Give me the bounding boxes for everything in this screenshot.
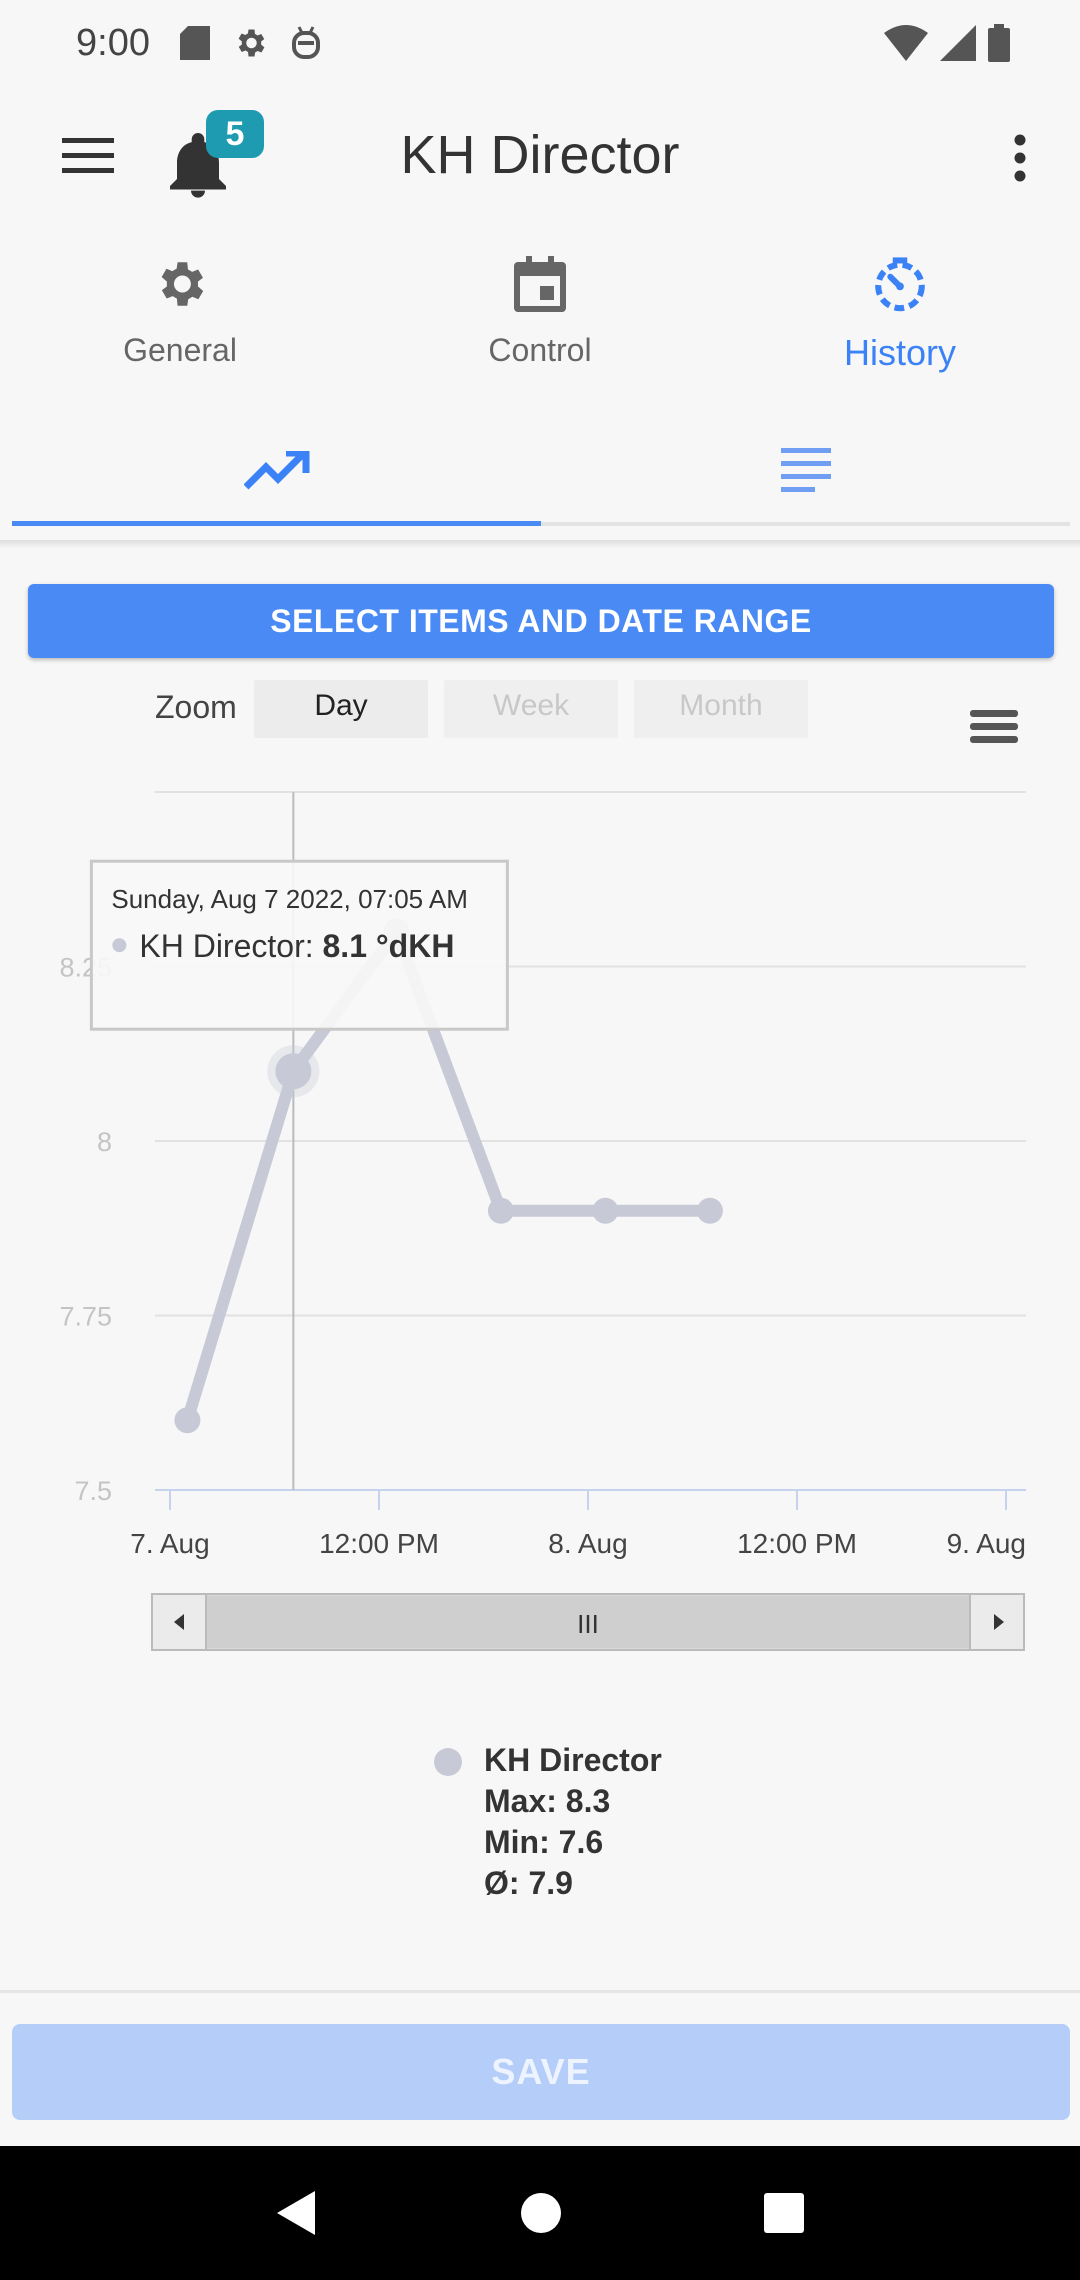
status-icons-left xyxy=(179,25,322,61)
navigator-left-button[interactable] xyxy=(151,1593,207,1651)
main-tabs: General Control History xyxy=(0,250,1080,390)
back-icon[interactable] xyxy=(275,2189,319,2237)
battery-icon xyxy=(988,24,1010,62)
x-tick-label: 12:00 PM xyxy=(319,1528,439,1559)
system-navigation-bar xyxy=(0,2146,1080,2280)
navigator-right-button[interactable] xyxy=(969,1593,1025,1651)
signal-icon xyxy=(940,25,976,61)
chart-menu-button[interactable] xyxy=(970,710,1018,743)
zoom-week-label: Week xyxy=(493,689,570,722)
save-button[interactable]: SAVE xyxy=(12,2024,1070,2120)
history-icon xyxy=(875,257,925,312)
data-point[interactable] xyxy=(696,1197,723,1224)
zoom-label: Zoom xyxy=(155,689,237,725)
legend-text: KH Director Max: 8.3 Min: 7.6 Ø: 7.9 xyxy=(484,1740,662,1904)
select-items-date-range-button[interactable]: SELECT ITEMS AND DATE RANGE xyxy=(28,584,1054,658)
x-tick-label: 9. Aug xyxy=(947,1528,1026,1559)
data-point[interactable] xyxy=(592,1197,619,1224)
divider xyxy=(0,540,1080,548)
view-sub-tabs xyxy=(12,420,1070,526)
y-axis: 7.57.7588.25 xyxy=(59,953,112,1507)
tab-history-label: History xyxy=(843,332,956,373)
legend-series-dot xyxy=(434,1748,462,1776)
history-chart: Zoom Day Week Month 7.57.7588.25 7. Aug 1… xyxy=(59,680,1026,1651)
calendar-icon xyxy=(514,256,566,312)
tooltip-series-label: KH Director: xyxy=(139,928,322,964)
list-icon xyxy=(780,448,831,492)
wifi-icon xyxy=(884,25,928,61)
navigator-grip[interactable]: III xyxy=(577,1609,599,1639)
more-options-button[interactable] xyxy=(1000,126,1040,190)
recents-icon[interactable] xyxy=(763,2192,805,2234)
tooltip-header: Sunday, Aug 7 2022, 07:05 AM xyxy=(111,884,468,914)
app-title: KH Director xyxy=(400,125,680,185)
status-icons-right xyxy=(884,24,1010,62)
legend-series-name: KH Director xyxy=(484,1742,662,1778)
tooltip-series-dot xyxy=(112,938,127,953)
y-tick-label: 8 xyxy=(97,1127,112,1157)
y-tick-label: 7.75 xyxy=(59,1302,112,1332)
x-axis: 7. Aug 12:00 PM 8. Aug 12:00 PM 9. Aug xyxy=(130,1490,1026,1559)
zoom-month-label: Month xyxy=(679,689,762,722)
tooltip-value-line: KH Director: 8.1 °dKH xyxy=(139,928,454,964)
more-vertical-icon xyxy=(1014,134,1026,182)
chart-tooltip: Sunday, Aug 7 2022, 07:05 AM KH Director… xyxy=(89,859,509,1031)
data-point-hovered[interactable] xyxy=(275,1053,312,1090)
tab-list-view[interactable] xyxy=(541,420,1070,526)
tooltip-value: 8.1 °dKH xyxy=(323,928,455,964)
data-point[interactable] xyxy=(174,1407,201,1434)
x-tick-label: 12:00 PM xyxy=(737,1528,857,1559)
settings-icon xyxy=(238,29,265,57)
zoom-day-label: Day xyxy=(314,689,367,722)
x-tick-label: 8. Aug xyxy=(548,1528,627,1559)
trending-up-icon xyxy=(243,450,309,489)
gear-icon xyxy=(161,262,204,306)
y-tick-label: 7.5 xyxy=(74,1476,112,1506)
zoom-controls: Zoom Day Week Month xyxy=(155,680,1018,743)
home-icon[interactable] xyxy=(519,2191,563,2235)
legend-min: Min: 7.6 xyxy=(484,1824,604,1860)
sd-card-icon xyxy=(179,26,210,60)
chart-navigator-scrollbar[interactable]: III xyxy=(151,1593,1025,1651)
app-bar: 5 KH Director xyxy=(0,86,1080,226)
tab-general[interactable]: General xyxy=(0,250,360,390)
tab-control[interactable]: Control xyxy=(360,250,720,390)
status-time: 9:00 xyxy=(76,21,150,64)
status-bar: 9:00 xyxy=(0,0,1080,86)
legend-average: Ø: 7.9 xyxy=(484,1865,573,1901)
android-debug-icon xyxy=(291,26,320,59)
tab-general-label: General xyxy=(123,332,237,368)
tab-chart-view[interactable] xyxy=(12,420,541,526)
tab-history[interactable]: History xyxy=(720,250,1080,390)
tab-control-label: Control xyxy=(488,332,592,368)
legend-max: Max: 8.3 xyxy=(484,1783,611,1819)
data-point[interactable] xyxy=(487,1197,514,1224)
x-tick-label: 7. Aug xyxy=(130,1528,209,1559)
divider xyxy=(0,1990,1080,1993)
